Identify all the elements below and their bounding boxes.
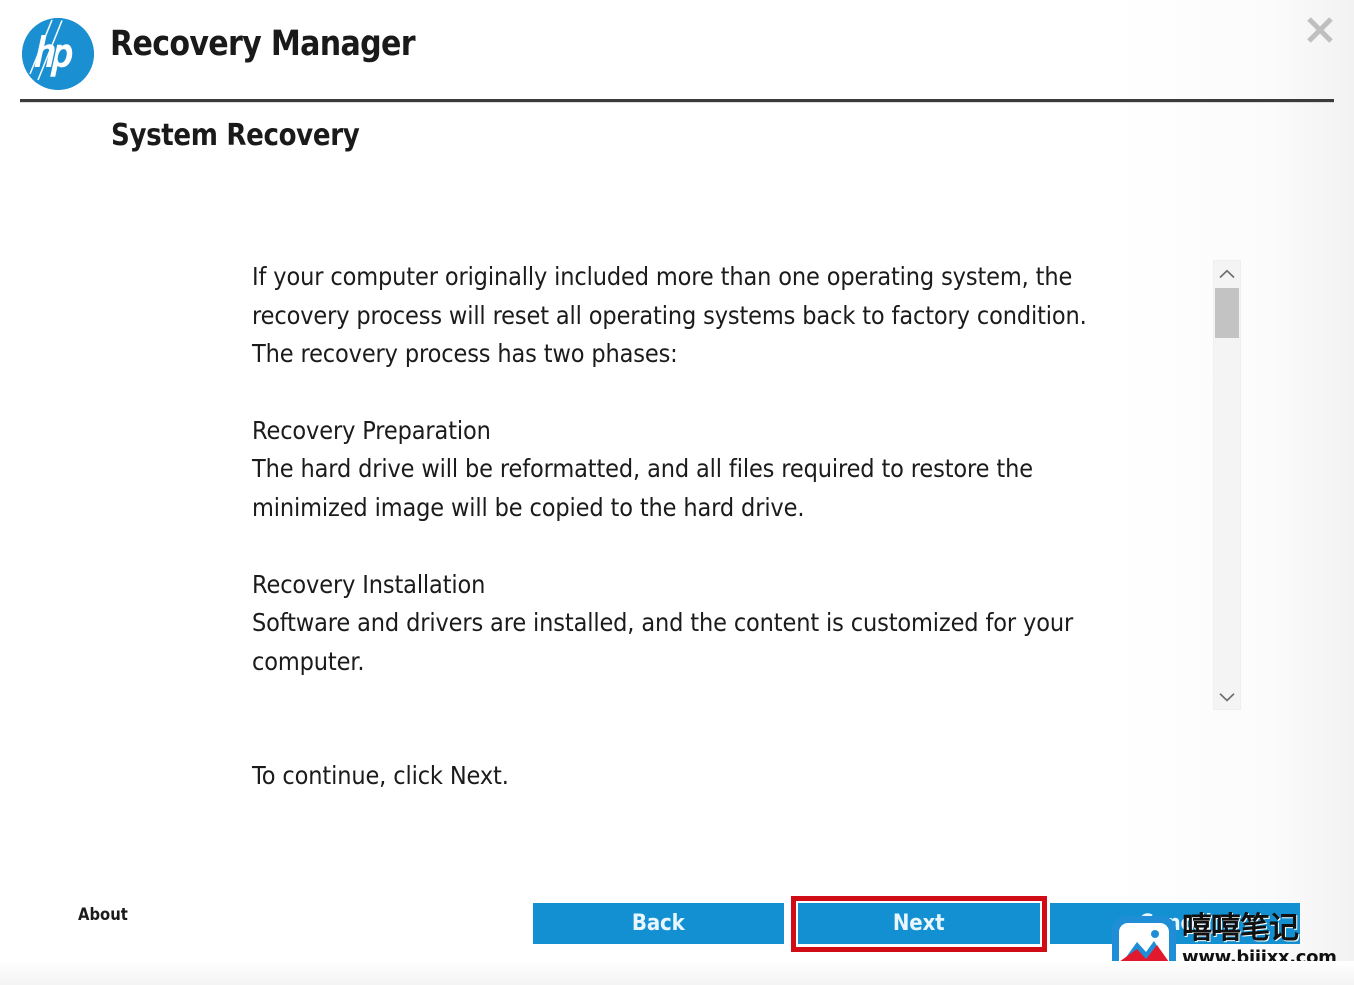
phase1-body: The hard drive will be reformatted, and … [252,454,1033,522]
close-icon [1307,17,1333,43]
bottom-edge-shading [0,961,1354,985]
app-title: Recovery Manager [110,24,416,64]
next-button[interactable]: Next [798,903,1040,944]
cancel-button[interactable]: Cancel [1050,903,1300,944]
phase2-body: Software and drivers are installed, and … [252,608,1074,676]
scroll-down-button[interactable] [1214,684,1240,709]
scrollbar-thumb[interactable] [1215,288,1239,338]
about-link[interactable]: About [78,905,128,925]
close-button[interactable] [1294,4,1346,56]
instructions-text: If your computer originally included mor… [252,258,1098,796]
phase2-heading: Recovery Installation [252,569,486,599]
continue-note: To continue, click Next. [252,761,509,791]
next-button-label: Next [893,911,945,936]
recovery-manager-window: Recovery Manager System Recovery If your… [0,0,1354,985]
header-divider [20,99,1334,102]
chevron-down-icon [1219,692,1235,702]
content-scroll-region: If your computer originally included mor… [252,258,1242,790]
back-button-label: Back [632,911,685,936]
chevron-up-icon [1219,269,1235,278]
hp-logo-icon [22,18,94,90]
intro-paragraph: If your computer originally included mor… [252,262,1087,369]
scroll-up-button[interactable] [1214,261,1240,286]
back-button[interactable]: Back [533,903,784,944]
page-title: System Recovery [111,118,360,153]
content-scrollbar[interactable] [1213,260,1241,710]
window-header: Recovery Manager [0,0,1354,102]
phase1-heading: Recovery Preparation [252,415,491,445]
cancel-button-label: Cancel [1138,911,1212,936]
